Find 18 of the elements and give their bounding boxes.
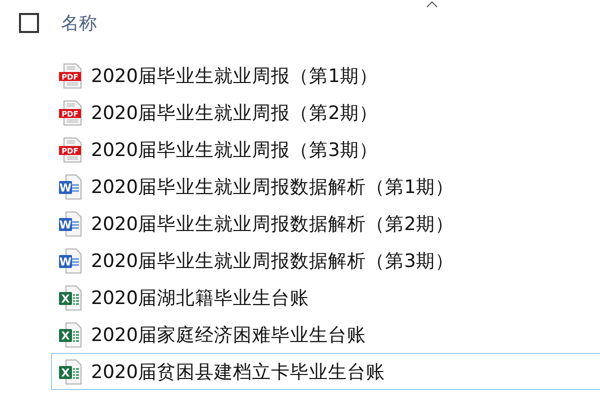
file-name: 2020届毕业生就业周报数据解析（第3期） (91, 250, 454, 273)
select-all-checkbox[interactable] (19, 13, 39, 33)
file-name: 2020届贫困县建档立卡毕业生台账 (91, 361, 386, 384)
file-row[interactable]: X 2020届家庭经济困难毕业生台账 (51, 316, 600, 353)
file-row[interactable]: X 2020届湖北籍毕业生台账 (51, 279, 600, 316)
name-column-header[interactable]: 名称 (61, 11, 97, 35)
file-name: 2020届毕业生就业周报（第2期） (91, 102, 378, 125)
file-name: 2020届毕业生就业周报数据解析（第2期） (91, 213, 454, 236)
file-row[interactable]: X 2020届贫困县建档立卡毕业生台账 (51, 353, 600, 390)
sort-ascending-icon[interactable] (426, 1, 438, 8)
file-name: 2020届湖北籍毕业生台账 (91, 287, 310, 310)
file-row[interactable]: W 2020届毕业生就业周报数据解析（第3期） (51, 242, 600, 279)
file-row[interactable]: W 2020届毕业生就业周报数据解析（第1期） (51, 168, 600, 205)
file-name: 2020届家庭经济困难毕业生台账 (91, 324, 366, 347)
file-name: 2020届毕业生就业周报数据解析（第1期） (91, 176, 454, 199)
file-name: 2020届毕业生就业周报（第1期） (91, 65, 378, 88)
file-row[interactable]: W 2020届毕业生就业周报数据解析（第2期） (51, 205, 600, 242)
file-name: 2020届毕业生就业周报（第3期） (91, 139, 378, 162)
